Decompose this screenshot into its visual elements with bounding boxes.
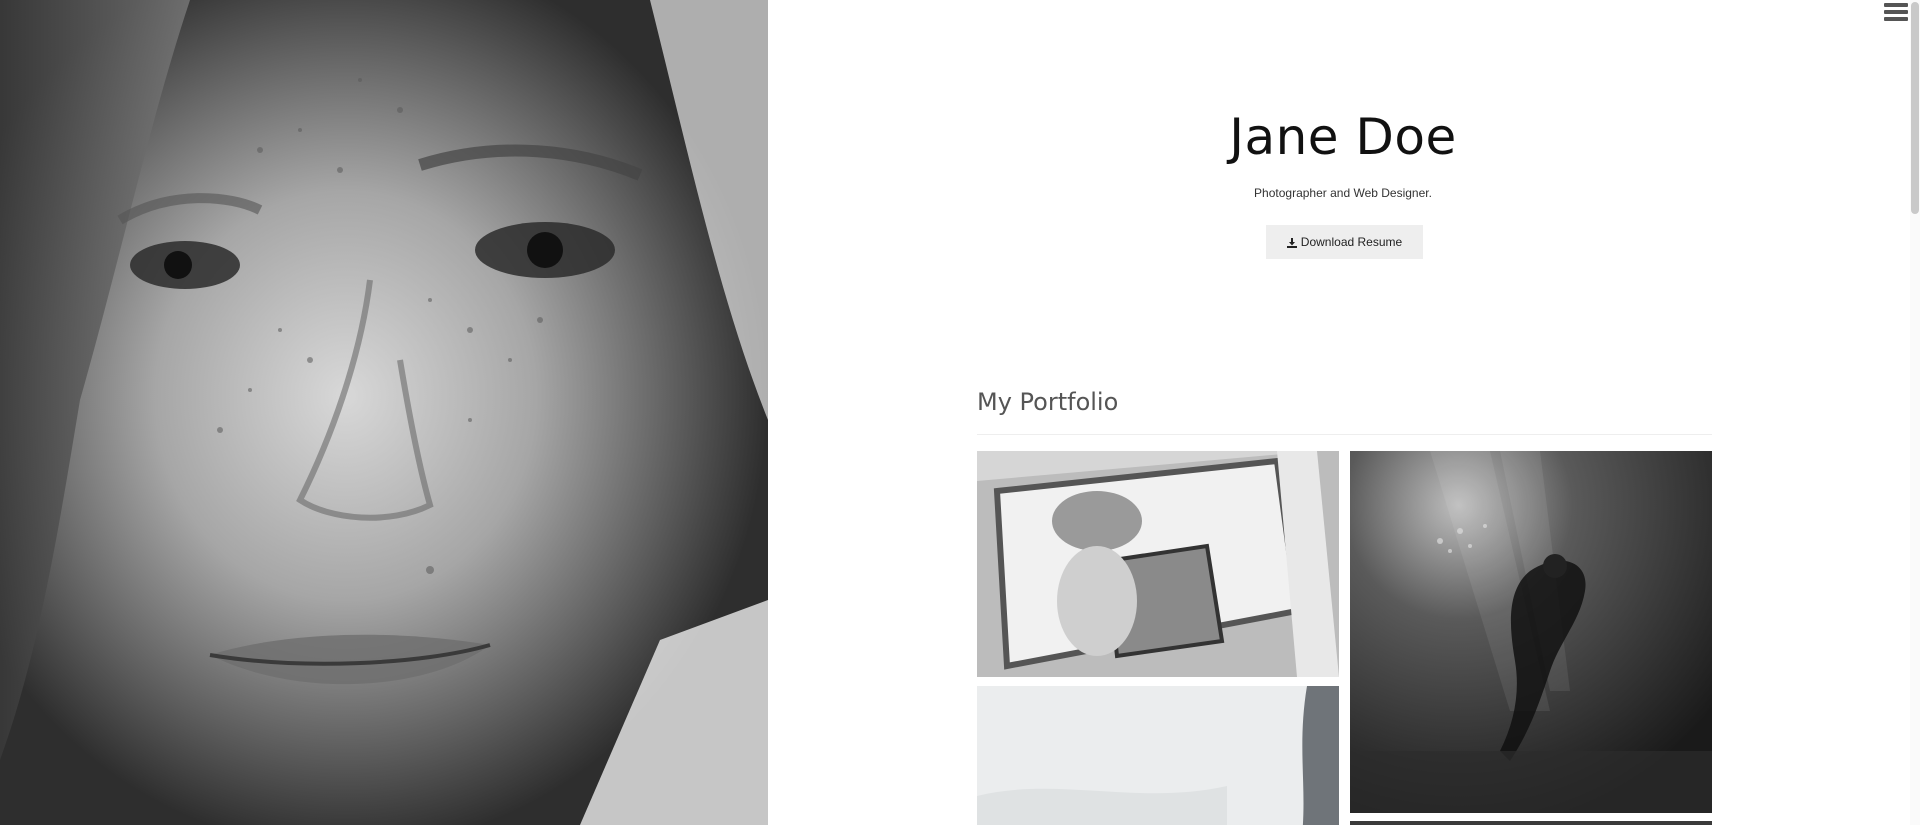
portrait-illustration [0, 0, 768, 825]
download-icon [1286, 237, 1297, 248]
portfolio-tile-4[interactable] [1350, 821, 1712, 825]
hamburger-menu-icon[interactable] [1884, 3, 1908, 27]
portfolio-tile-misty-cliff[interactable] [977, 686, 1339, 825]
main-content: Jane Doe Photographer and Web Designer. … [768, 0, 1910, 825]
download-resume-label: Download Resume [1300, 235, 1403, 249]
menu-line [1884, 17, 1908, 21]
profile-name: Jane Doe [1229, 108, 1457, 166]
scrollbar-thumb[interactable] [1911, 2, 1919, 214]
menu-line [1884, 10, 1908, 14]
page-scrollbar[interactable] [1910, 0, 1920, 825]
hero-portrait-image [0, 0, 768, 825]
portfolio-divider [977, 434, 1712, 435]
portfolio-tile-couple-car[interactable] [977, 451, 1339, 677]
profile-tagline: Photographer and Web Designer. [1254, 186, 1432, 200]
portfolio-heading: My Portfolio [977, 388, 1119, 416]
menu-line [1884, 3, 1908, 7]
portfolio-tile-underwater[interactable] [1350, 451, 1712, 813]
download-resume-button[interactable]: Download Resume [1266, 225, 1423, 259]
